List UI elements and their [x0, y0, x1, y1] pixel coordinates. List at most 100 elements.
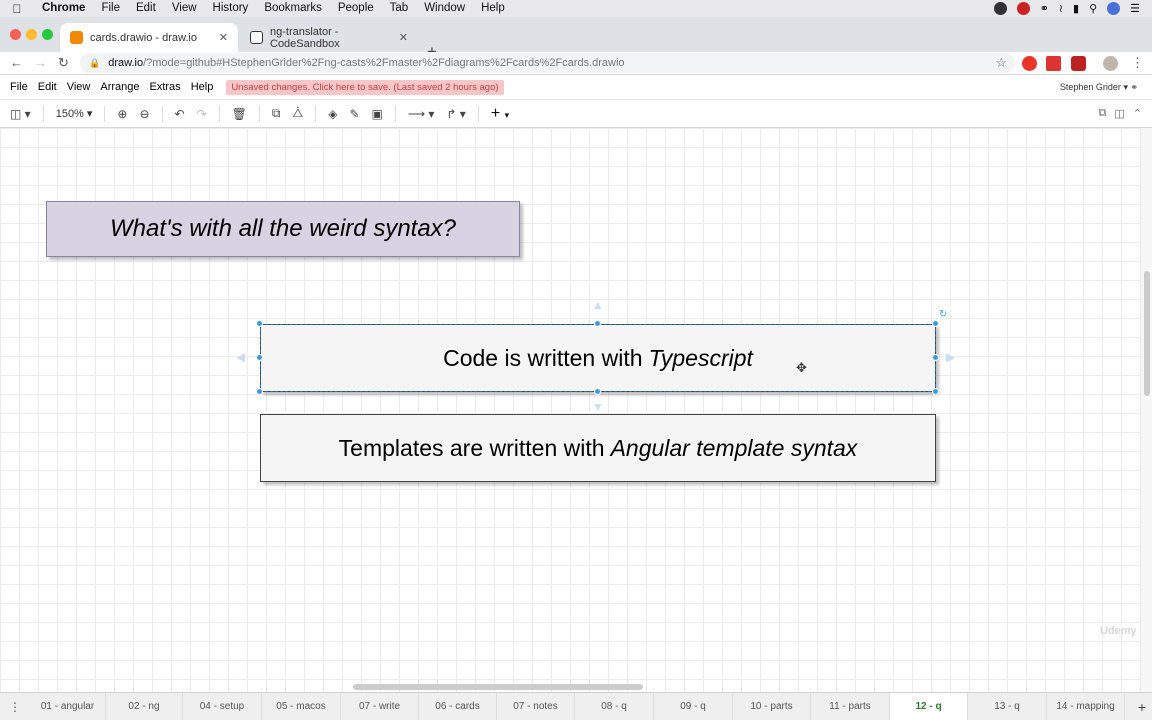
- to-front-icon[interactable]: ⧉: [266, 106, 287, 121]
- horizontal-scrollbar-thumb[interactable]: [353, 684, 643, 690]
- resize-handle[interactable]: [256, 388, 263, 395]
- siri-icon[interactable]: [1107, 2, 1121, 15]
- resize-handle[interactable]: [932, 388, 939, 395]
- format-panel-toggle-icon[interactable]: ◫ ▾: [0, 107, 37, 121]
- zoom-in-icon[interactable]: ⊕: [111, 107, 133, 121]
- page-tab[interactable]: 02 - ng: [106, 692, 183, 720]
- browser-menu-icon[interactable]: ⋮: [1131, 55, 1144, 71]
- browser-tab-codesandbox[interactable]: ng-translator - CodeSandbox ✕: [240, 23, 418, 52]
- scrollbar-thumb[interactable]: [1144, 271, 1150, 396]
- resize-handle[interactable]: [932, 354, 939, 361]
- clone-arrow-right-icon[interactable]: ▶: [946, 350, 955, 364]
- delete-icon[interactable]: 🗑: [226, 107, 253, 121]
- diagram-canvas[interactable]: What's with all the weird syntax? Code i…: [0, 128, 1140, 692]
- notification-center-icon[interactable]: ☰: [1130, 2, 1140, 15]
- menu-help[interactable]: Help: [186, 81, 219, 93]
- clone-arrow-down-icon[interactable]: ▼: [592, 400, 604, 414]
- user-menu[interactable]: Stephen Grider ▾ ⚭: [1060, 82, 1152, 93]
- menubar-item-edit[interactable]: Edit: [128, 0, 164, 17]
- menubar-item-history[interactable]: History: [205, 0, 257, 17]
- resize-handle[interactable]: [594, 388, 601, 395]
- add-page-button[interactable]: +: [1132, 699, 1152, 715]
- toolbar-divider: [315, 105, 317, 122]
- reload-icon[interactable]: ↻: [58, 55, 69, 71]
- panel-icon[interactable]: ◫: [1114, 107, 1124, 120]
- page-tab[interactable]: 09 - q: [654, 692, 733, 720]
- shadow-icon[interactable]: ▣: [366, 107, 389, 121]
- address-bar[interactable]: 🔒 draw.io /?mode=github#HStephenGrider%2…: [80, 53, 1015, 73]
- battery-icon[interactable]: ▮: [1073, 2, 1079, 15]
- page-tab[interactable]: 04 - setup: [183, 692, 262, 720]
- lastpass-extension-icon[interactable]: [1046, 56, 1061, 71]
- menubar-item-chrome[interactable]: Chrome: [34, 0, 93, 17]
- fill-color-icon[interactable]: ◈: [322, 107, 343, 121]
- zoom-out-icon[interactable]: ⊖: [133, 107, 155, 121]
- window-maximize-button[interactable]: [42, 29, 53, 40]
- insert-plus-icon[interactable]: + ▾: [485, 105, 515, 123]
- menu-file[interactable]: File: [0, 81, 33, 93]
- menubar-item-people[interactable]: People: [330, 0, 382, 17]
- line-color-icon[interactable]: ✎: [343, 107, 365, 121]
- forward-arrow-icon[interactable]: →: [34, 55, 47, 70]
- menubar-item-tab[interactable]: Tab: [382, 0, 417, 17]
- unsaved-changes-notice[interactable]: Unsaved changes. Click here to save. (La…: [226, 79, 504, 95]
- creative-cloud-icon[interactable]: [993, 2, 1007, 15]
- menubar-item-bookmarks[interactable]: Bookmarks: [256, 0, 330, 17]
- back-arrow-icon[interactable]: ←: [10, 55, 23, 70]
- opera-extension-icon[interactable]: [1022, 56, 1037, 71]
- glasses-icon[interactable]: ⚭: [1040, 2, 1049, 15]
- redo-icon[interactable]: ↷: [191, 107, 213, 121]
- menu-extras[interactable]: Extras: [145, 81, 186, 93]
- wifi-icon[interactable]: ≀: [1059, 2, 1063, 15]
- page-tab[interactable]: 14 - mapping: [1047, 692, 1125, 720]
- resize-handle[interactable]: [594, 320, 601, 327]
- zoom-value: 150%: [55, 108, 84, 120]
- toolbar-right-controls: ⧉ ◫ ⌃: [1099, 107, 1152, 120]
- page-tab[interactable]: 10 - parts: [733, 692, 811, 720]
- undo-icon[interactable]: ↶: [169, 107, 191, 121]
- page-tab[interactable]: 11 - parts: [811, 692, 890, 720]
- pages-menu-icon[interactable]: ⋮: [0, 700, 30, 714]
- extension-badge-icon[interactable]: [1071, 56, 1086, 71]
- search-icon[interactable]: ⚲: [1089, 2, 1097, 15]
- resize-handle[interactable]: [256, 354, 263, 361]
- page-tab[interactable]: 06 - cards: [419, 692, 497, 720]
- rotate-handle-icon[interactable]: ↻: [939, 309, 947, 320]
- menubar-item-file[interactable]: File: [93, 0, 128, 17]
- page-tab[interactable]: 08 - q: [575, 692, 654, 720]
- menu-edit[interactable]: Edit: [33, 81, 62, 93]
- profile-avatar[interactable]: [1103, 56, 1118, 71]
- menubar-item-help[interactable]: Help: [473, 0, 513, 17]
- resize-handle[interactable]: [256, 320, 263, 327]
- zoom-select[interactable]: 150% ▾: [50, 107, 99, 120]
- template-syntax-shape[interactable]: Templates are written with Angular templa…: [260, 414, 936, 482]
- connection-icon[interactable]: ⟶ ▾: [402, 107, 441, 121]
- page-tab[interactable]: 07 - notes: [497, 692, 575, 720]
- resize-handle[interactable]: [932, 320, 939, 327]
- close-icon[interactable]: ✕: [399, 31, 408, 44]
- page-tab-active[interactable]: 12 - q: [890, 692, 968, 720]
- browser-tab-drawio[interactable]: cards.drawio - draw.io ✕: [60, 23, 238, 52]
- record-icon[interactable]: [1016, 2, 1030, 15]
- to-back-icon[interactable]: ⧊: [286, 106, 309, 121]
- close-icon[interactable]: ✕: [219, 31, 228, 44]
- page-tab[interactable]: 07 - write: [341, 692, 419, 720]
- collapse-icon[interactable]: ⌃: [1133, 107, 1142, 120]
- menu-view[interactable]: View: [62, 81, 96, 93]
- clone-arrow-up-icon[interactable]: ▲: [592, 298, 604, 312]
- menubar-item-view[interactable]: View: [164, 0, 205, 17]
- waypoints-icon[interactable]: ↱ ▾: [440, 107, 471, 121]
- apple-icon[interactable]: : [0, 2, 34, 16]
- window-minimize-button[interactable]: [26, 29, 37, 40]
- menu-arrange[interactable]: Arrange: [95, 81, 144, 93]
- page-tab[interactable]: 13 - q: [968, 692, 1047, 720]
- fullscreen-icon[interactable]: ⧉: [1099, 107, 1107, 120]
- window-close-button[interactable]: [10, 29, 21, 40]
- title-shape[interactable]: What's with all the weird syntax?: [46, 201, 520, 257]
- bookmark-star-icon[interactable]: ☆: [995, 55, 1007, 71]
- vertical-scrollbar[interactable]: [1140, 128, 1152, 692]
- page-tab[interactable]: 05 - macos: [262, 692, 341, 720]
- menubar-item-window[interactable]: Window: [416, 0, 473, 17]
- page-tab[interactable]: 01 - angular: [30, 692, 106, 720]
- clone-arrow-left-icon[interactable]: ◀: [236, 350, 245, 364]
